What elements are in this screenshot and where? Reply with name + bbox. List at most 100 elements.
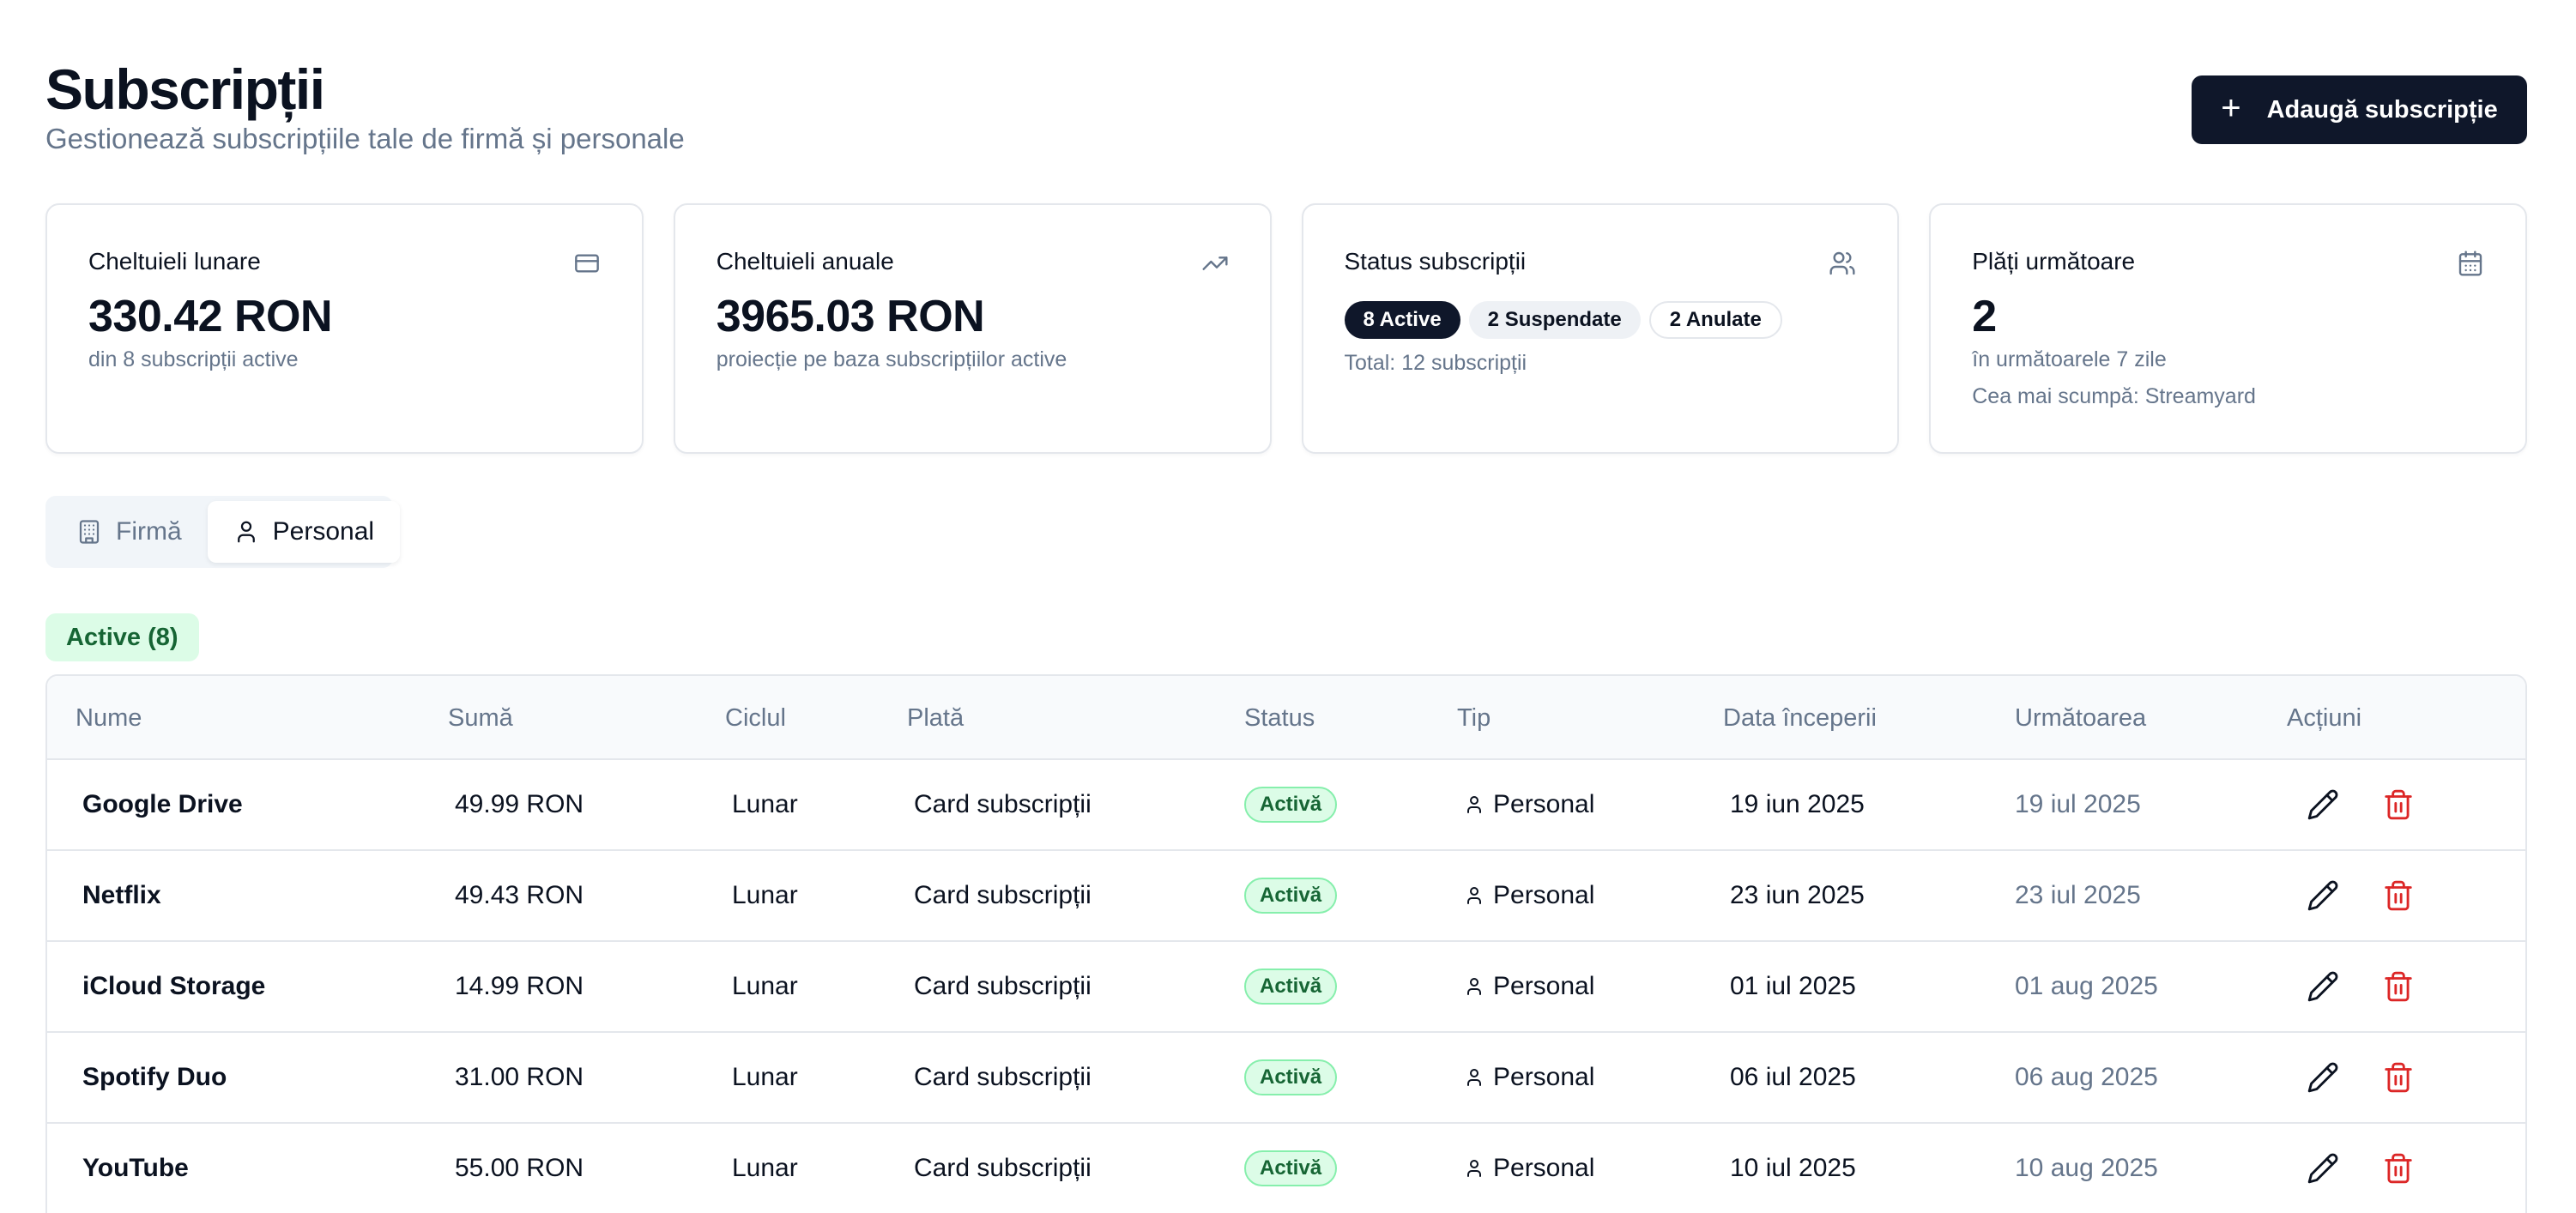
delete-button[interactable] — [2382, 760, 2415, 849]
cell-payment: Card subscripții — [914, 790, 1091, 818]
cell-payment: Card subscripții — [914, 881, 1091, 909]
column-header-start-date[interactable]: Data începerii — [1723, 676, 1877, 760]
subscriptions-table: Nume Sumă Ciclul Plată Status Tip Data î… — [45, 674, 2527, 1213]
edit-button[interactable] — [2307, 1033, 2339, 1122]
cell-amount: 49.99 RON — [455, 790, 584, 818]
cell-payment: Card subscripții — [914, 1154, 1091, 1182]
delete-button[interactable] — [2382, 1124, 2415, 1213]
cell-amount: 49.43 RON — [455, 881, 584, 909]
cell-status: Activă — [1244, 1124, 1338, 1213]
column-header-next-date[interactable]: Următoarea — [2015, 676, 2146, 760]
trash-icon — [2385, 1062, 2412, 1093]
cell-type: Personal — [1464, 942, 1594, 1031]
type-tabs: Firmă Personal — [45, 496, 401, 568]
cell-type: Personal — [1464, 1033, 1594, 1122]
trash-icon — [2385, 971, 2412, 1002]
card-title: Cheltuieli anuale — [716, 248, 894, 275]
add-subscription-button[interactable]: + Adaugă subscripție — [2192, 75, 2527, 144]
table-row: YouTube 55.00 RON Lunar Card subscripții Act… — [47, 1124, 2525, 1213]
cell-cycle: Lunar — [732, 790, 798, 818]
pencil-icon — [2307, 1153, 2338, 1184]
table-row: Netflix 49.43 RON Lunar Card subscripții Act… — [47, 851, 2525, 942]
user-icon — [1467, 887, 1481, 904]
cell-name: Google Drive — [82, 790, 243, 818]
cell-start-date: 06 iul 2025 — [1730, 1063, 1856, 1091]
type-label: Personal — [1493, 972, 1595, 1000]
tab-personal[interactable]: Personal — [207, 501, 401, 563]
user-icon — [237, 521, 255, 543]
status-badge: Activă — [1244, 969, 1338, 1005]
edit-button[interactable] — [2307, 851, 2339, 940]
trash-icon — [2385, 789, 2412, 820]
table-row: Google Drive 49.99 RON Lunar Card subscripț… — [47, 760, 2525, 851]
column-header-payment[interactable]: Plată — [907, 676, 964, 760]
column-header-actions: Acțiuni — [2287, 703, 2362, 732]
card-value: 3965.03 RON — [716, 292, 985, 341]
tab-firma[interactable]: Firmă — [51, 501, 208, 563]
cell-start-date: 10 iul 2025 — [1730, 1154, 1856, 1182]
users-icon — [1829, 251, 1855, 275]
edit-button[interactable] — [2307, 760, 2339, 849]
card-subtext: proiecție pe baza subscripțiilor active — [716, 347, 1067, 371]
pencil-icon — [2307, 971, 2338, 1002]
edit-button[interactable] — [2307, 1124, 2339, 1213]
column-header-status[interactable]: Status — [1244, 676, 1315, 760]
cell-amount: 14.99 RON — [455, 972, 584, 1000]
status-pill-cancelled: 2 Anulate — [1648, 301, 1782, 339]
trash-icon — [2385, 880, 2412, 911]
cell-next-date: 19 iul 2025 — [2015, 790, 2141, 818]
pencil-icon — [2307, 880, 2338, 911]
user-icon — [1467, 978, 1481, 995]
type-label: Personal — [1493, 790, 1595, 818]
subscription-status-card: Status subscripții 8 Active 2 Suspendate… — [1301, 203, 1900, 454]
building-icon — [79, 520, 100, 544]
cell-amount: 31.00 RON — [455, 1063, 584, 1091]
cell-next-date: 23 iul 2025 — [2015, 881, 2141, 909]
cell-start-date: 01 iul 2025 — [1730, 972, 1856, 1000]
cell-next-date: 06 aug 2025 — [2015, 1063, 2158, 1091]
pencil-icon — [2307, 789, 2338, 820]
column-header-name[interactable]: Nume — [76, 676, 142, 760]
upcoming-payments-card: Plăți următoare 2 în următoarele 7 zile … — [1929, 203, 2527, 454]
summary-cards: Cheltuieli lunare 330.42 RON din 8 subsc… — [45, 203, 2527, 454]
type-label: Personal — [1493, 1154, 1595, 1182]
card-title: Cheltuieli lunare — [88, 248, 261, 275]
card-title: Plăți următoare — [1972, 248, 2136, 275]
cell-name: Netflix — [82, 881, 161, 909]
card-value: 330.42 RON — [88, 292, 333, 341]
page-subtitle: Gestionează subscripțiile tale de firmă … — [45, 123, 685, 154]
column-header-type[interactable]: Tip — [1457, 676, 1491, 760]
delete-button[interactable] — [2382, 851, 2415, 940]
table-row: Spotify Duo 31.00 RON Lunar Card subscripți… — [47, 1033, 2525, 1124]
monthly-spending-card: Cheltuieli lunare 330.42 RON din 8 subsc… — [45, 203, 644, 454]
cell-cycle: Lunar — [732, 881, 798, 909]
cell-name: iCloud Storage — [82, 972, 266, 1000]
delete-button[interactable] — [2382, 942, 2415, 1031]
type-label: Personal — [1493, 1063, 1595, 1091]
cell-type: Personal — [1464, 760, 1594, 849]
pencil-icon — [2307, 1062, 2338, 1093]
edit-button[interactable] — [2307, 942, 2339, 1031]
status-pill-active: 8 Active — [1344, 301, 1460, 339]
cell-amount: 55.00 RON — [455, 1154, 584, 1182]
trending-up-icon — [1201, 256, 1228, 270]
status-pills: 8 Active 2 Suspendate 2 Anulate — [1344, 301, 1857, 339]
column-header-amount[interactable]: Sumă — [448, 676, 513, 760]
cell-payment: Card subscripții — [914, 1063, 1091, 1091]
cell-payment: Card subscripții — [914, 972, 1091, 1000]
page-header: Subscripții Gestionează subscripțiile ta… — [45, 57, 685, 156]
column-header-cycle[interactable]: Ciclul — [725, 676, 786, 760]
user-icon — [1467, 1160, 1481, 1177]
table-header: Nume Sumă Ciclul Plată Status Tip Data î… — [47, 676, 2525, 760]
trash-icon — [2385, 1153, 2412, 1184]
cell-start-date: 23 iun 2025 — [1730, 881, 1865, 909]
page-title: Subscripții — [45, 57, 325, 121]
user-icon — [1467, 796, 1481, 813]
cell-next-date: 10 aug 2025 — [2015, 1154, 2158, 1182]
status-total: Total: 12 subscripții — [1344, 351, 1527, 375]
delete-button[interactable] — [2382, 1033, 2415, 1122]
table-body: Google Drive 49.99 RON Lunar Card subscripț… — [47, 760, 2525, 1213]
add-subscription-label: Adaugă subscripție — [2266, 95, 2498, 124]
card-subtext: din 8 subscripții active — [88, 347, 299, 371]
card-subtext: în următoarele 7 zile — [1972, 347, 2167, 371]
